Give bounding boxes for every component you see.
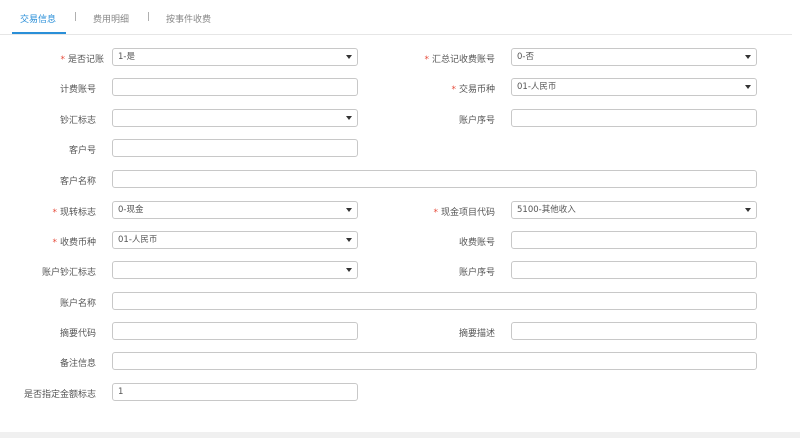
fee-currency-label: * 收费币种 [52,235,96,248]
fee-currency-value: 01-人民币 [118,235,158,245]
cash-transfer-flag-label: * 现转标志 [52,205,96,218]
fee-account-label: 收费账号 [458,238,495,248]
chevron-down-icon [346,268,352,272]
remark-label: 备注信息 [59,359,96,369]
fee-account-input[interactable] [511,231,757,249]
fee-currency-select[interactable]: 01-人民币 [112,231,358,249]
chevron-down-icon [745,55,751,59]
trade-currency-select[interactable]: 01-人民币 [511,78,757,96]
tab-bar: 交易信息 | 费用明细 | 按事件收费 [0,0,792,35]
cash-remit-flag-label: 钞汇标志 [59,116,96,126]
summary-code-label: 摘要代码 [59,329,96,339]
specified-amount-flag-label: 是否指定金额标志 [23,390,96,400]
tab-separator: | [147,12,151,22]
required-mark: * [433,208,438,218]
chevron-down-icon [346,55,352,59]
fee-currency-label-text: 收费币种 [59,238,96,248]
cash-item-code-label-text: 现金项目代码 [440,208,495,218]
required-mark: * [52,238,57,248]
required-mark: * [52,208,57,218]
billing-account-input[interactable] [112,78,358,96]
chevron-down-icon [346,116,352,120]
summary-account-select[interactable]: 0-否 [511,48,757,66]
specified-amount-flag-input[interactable]: 1 [112,383,358,401]
summary-account-label-text: 汇总记收费账号 [431,55,495,65]
tab-fee-details[interactable]: 费用明细 [93,12,129,25]
chevron-down-icon [346,208,352,212]
remark-input[interactable] [112,352,757,370]
account-cash-remit-label: 账户钞汇标志 [41,268,96,278]
active-tab-indicator [12,32,66,34]
is-book-value: 1-是 [118,52,135,62]
account-name-input[interactable] [112,292,757,310]
is-book-label-text: 是否记账 [67,55,104,65]
cash-transfer-flag-value: 0-现金 [118,205,144,215]
summary-account-label: * 汇总记收费账号 [424,52,495,65]
required-mark: * [451,85,456,95]
summary-desc-input[interactable] [511,322,757,340]
customer-name-input[interactable] [112,170,757,188]
account-cash-remit-select[interactable] [112,261,358,279]
account-seq-label: 账户序号 [458,116,495,126]
tab-event-charge[interactable]: 按事件收费 [166,12,211,25]
trade-currency-label-text: 交易币种 [458,85,495,95]
account-seq-2-label: 账户序号 [458,268,495,278]
tab-separator: | [74,12,78,22]
billing-account-label: 计费账号 [59,85,96,95]
chevron-down-icon [346,238,352,242]
cash-item-code-label: * 现金项目代码 [433,205,495,218]
summary-account-value: 0-否 [517,52,534,62]
account-name-label: 账户名称 [59,299,96,309]
cash-transfer-flag-label-text: 现转标志 [59,208,96,218]
cash-transfer-flag-select[interactable]: 0-现金 [112,201,358,219]
is-book-label: * 是否记账 [60,52,104,65]
customer-no-label: 客户号 [68,146,96,156]
account-seq-2-input[interactable] [511,261,757,279]
chevron-down-icon [745,85,751,89]
tab-transaction-info[interactable]: 交易信息 [20,12,56,25]
cash-remit-flag-select[interactable] [112,109,358,127]
chevron-down-icon [745,208,751,212]
required-mark: * [60,55,65,65]
customer-name-label: 客户名称 [59,177,96,187]
summary-code-input[interactable] [112,322,358,340]
customer-no-input[interactable] [112,139,358,157]
required-mark: * [424,55,429,65]
trade-currency-value: 01-人民币 [517,82,557,92]
cash-item-code-select[interactable]: 5100-其他收入 [511,201,757,219]
account-seq-input[interactable] [511,109,757,127]
summary-desc-label: 摘要描述 [458,329,495,339]
is-book-select[interactable]: 1-是 [112,48,358,66]
trade-currency-label: * 交易币种 [451,82,495,95]
cash-item-code-value: 5100-其他收入 [517,205,576,215]
footer-bar [0,432,800,438]
